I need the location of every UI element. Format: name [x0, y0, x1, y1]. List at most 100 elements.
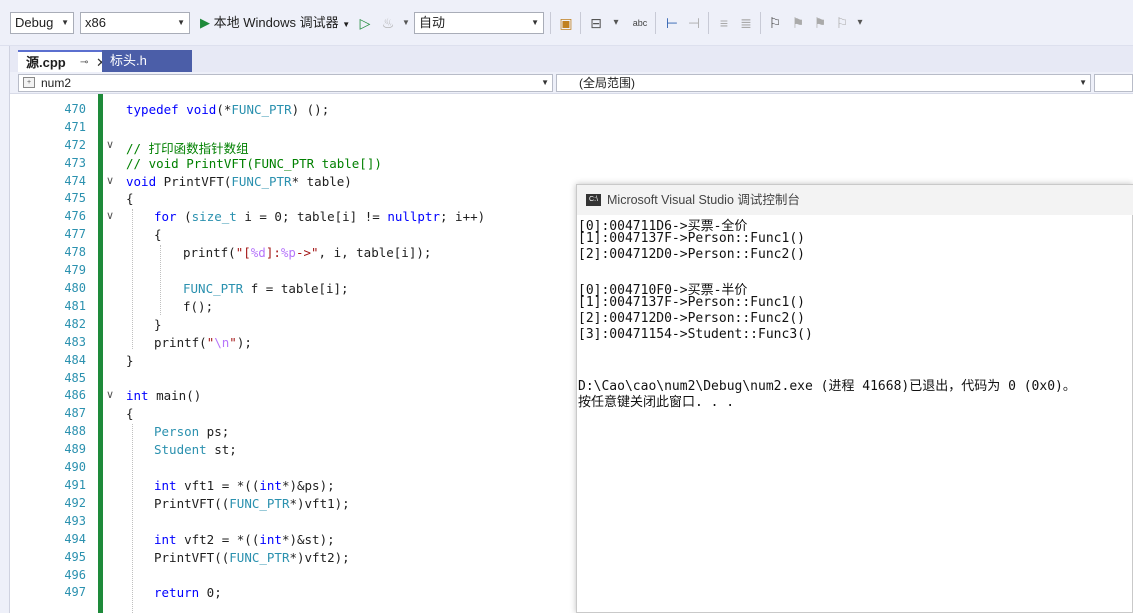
console-line: [2]:004712D0->Person::Func2(): [578, 311, 805, 326]
code-line: // 打印函数指针数组: [126, 141, 249, 156]
line-number: 496: [64, 568, 86, 582]
line-number: 476: [64, 209, 86, 223]
scope-value: (全局范围): [579, 76, 635, 90]
line-number: 494: [64, 532, 86, 546]
line-number: 479: [64, 263, 86, 277]
start-without-debug-icon[interactable]: ▷: [355, 13, 375, 33]
outdent-icon[interactable]: ≣: [736, 13, 756, 33]
bookmark-icon[interactable]: ⚐: [765, 13, 785, 33]
separator: [580, 12, 581, 34]
document-tab-strip: 源.cpp ⊸ ✕ 标头.h: [10, 46, 1133, 72]
code-line: }: [126, 353, 134, 368]
folder-icon[interactable]: ▣: [556, 13, 576, 33]
tab-header-h[interactable]: 标头.h: [102, 50, 192, 72]
collapse-icon[interactable]: ∨: [106, 388, 114, 401]
line-number: 482: [64, 317, 86, 331]
line-number: 488: [64, 424, 86, 438]
prev-bookmark-icon[interactable]: ⚑: [788, 13, 808, 33]
next-bookmark-icon[interactable]: ⚑: [810, 13, 830, 33]
chevron-down-icon: ▼: [541, 78, 549, 87]
debug-target-dropdown[interactable]: 自动 ▼: [414, 12, 544, 34]
start-debug-button[interactable]: ▶ 本地 Windows 调试器 ▼: [200, 12, 350, 34]
line-number: 470: [64, 102, 86, 116]
console-line: [3]:00471154->Student::Func3(): [578, 327, 813, 342]
debug-target-value: 自动: [419, 15, 446, 30]
chevron-down-icon: ▼: [342, 20, 351, 29]
code-line: PrintVFT((FUNC_PTR*)vft2);: [154, 550, 350, 565]
code-line: PrintVFT((FUNC_PTR*)vft1);: [154, 496, 350, 511]
tab-label: 源.cpp: [26, 55, 66, 70]
config-value: Debug: [15, 15, 54, 30]
line-number: 478: [64, 245, 86, 259]
indent-guide: [132, 424, 133, 613]
code-line: typedef void(*FUNC_PTR) ();: [126, 102, 330, 117]
line-number: 483: [64, 335, 86, 349]
hot-reload-icon[interactable]: ♨: [378, 13, 398, 33]
code-line: Student st;: [154, 442, 237, 457]
line-number: 491: [64, 478, 86, 492]
line-number: 480: [64, 281, 86, 295]
code-line: Person ps;: [154, 424, 230, 439]
console-line: 按任意键关闭此窗口. . .: [578, 395, 735, 410]
chevron-down-icon[interactable]: ▾: [850, 13, 870, 33]
step-icon[interactable]: ⊢: [662, 13, 682, 33]
collapse-icon[interactable]: ∨: [106, 209, 114, 222]
line-number: 492: [64, 496, 86, 510]
line-number: 495: [64, 550, 86, 564]
line-number: 472: [64, 138, 86, 152]
tab-source-cpp[interactable]: 源.cpp ⊸ ✕: [18, 50, 114, 72]
chevron-down-icon[interactable]: ▾: [606, 13, 626, 33]
member-dropdown[interactable]: [1094, 74, 1133, 92]
line-number: 484: [64, 353, 86, 367]
line-number: 490: [64, 460, 86, 474]
indent-guide: [132, 209, 133, 349]
separator: [708, 12, 709, 34]
console-icon: C:\: [586, 194, 601, 206]
platform-dropdown[interactable]: x86 ▼: [80, 12, 190, 34]
clear-bookmarks-icon[interactable]: ⚐: [832, 13, 852, 33]
step-out-icon[interactable]: ⊣: [684, 13, 704, 33]
console-output: [0]:004711D6->买票-全价 [1]:0047137F->Person…: [577, 215, 1132, 612]
line-number: 487: [64, 406, 86, 420]
scope-dropdown[interactable]: (全局范围) ▼: [556, 74, 1091, 92]
console-line: [1]:0047137F->Person::Func1(): [578, 231, 805, 246]
platform-value: x86: [85, 15, 106, 30]
chevron-down-icon[interactable]: ▼: [396, 13, 416, 33]
pin-icon[interactable]: ⊸: [80, 52, 88, 74]
collapse-icon[interactable]: ∨: [106, 174, 114, 187]
code-line: {: [126, 191, 134, 206]
line-number: 477: [64, 227, 86, 241]
line-number: 493: [64, 514, 86, 528]
code-line: return 0;: [154, 585, 222, 600]
code-line: int main(): [126, 388, 202, 403]
spell-check-icon[interactable]: abc: [630, 13, 650, 33]
project-value: num2: [41, 76, 72, 90]
code-line: for (size_t i = 0; table[i] != nullptr; …: [154, 209, 486, 224]
collapse-icon[interactable]: ∨: [106, 138, 114, 151]
solution-config-dropdown[interactable]: Debug ▼: [10, 12, 74, 34]
indent-icon[interactable]: ≡: [714, 13, 734, 33]
console-title-bar[interactable]: C:\ Microsoft Visual Studio 调试控制台: [577, 185, 1133, 215]
code-line: void PrintVFT(FUNC_PTR* table): [126, 174, 352, 189]
play-icon: ▶: [200, 15, 210, 30]
separator: [550, 12, 551, 34]
line-number: 481: [64, 299, 86, 313]
window-layout-icon[interactable]: ⊟: [586, 13, 606, 33]
chevron-down-icon: ▼: [1079, 78, 1087, 87]
code-line: int vft2 = *((int*)&st);: [154, 532, 335, 547]
chevron-down-icon: ▼: [531, 18, 539, 27]
console-title: Microsoft Visual Studio 调试控制台: [607, 193, 800, 207]
start-debug-label: 本地 Windows 调试器: [213, 15, 339, 30]
toolbar: Debug ▼ x86 ▼ ▶ 本地 Windows 调试器 ▼ ▷ ♨ ▼ 自…: [0, 0, 1133, 46]
line-number: 489: [64, 442, 86, 456]
tab-label: 标头.h: [110, 53, 147, 68]
code-line: {: [126, 406, 134, 421]
code-line: int vft1 = *((int*)&ps);: [154, 478, 335, 493]
left-tool-strip: [0, 46, 10, 613]
debug-console-window[interactable]: C:\ Microsoft Visual Studio 调试控制台 [0]:00…: [576, 184, 1133, 613]
code-line: printf("\n");: [154, 335, 252, 350]
chevron-down-icon: ▼: [177, 18, 185, 27]
project-dropdown[interactable]: + num2 ▼: [18, 74, 553, 92]
change-tracking-bar: [98, 94, 103, 613]
code-line: f();: [183, 299, 214, 314]
